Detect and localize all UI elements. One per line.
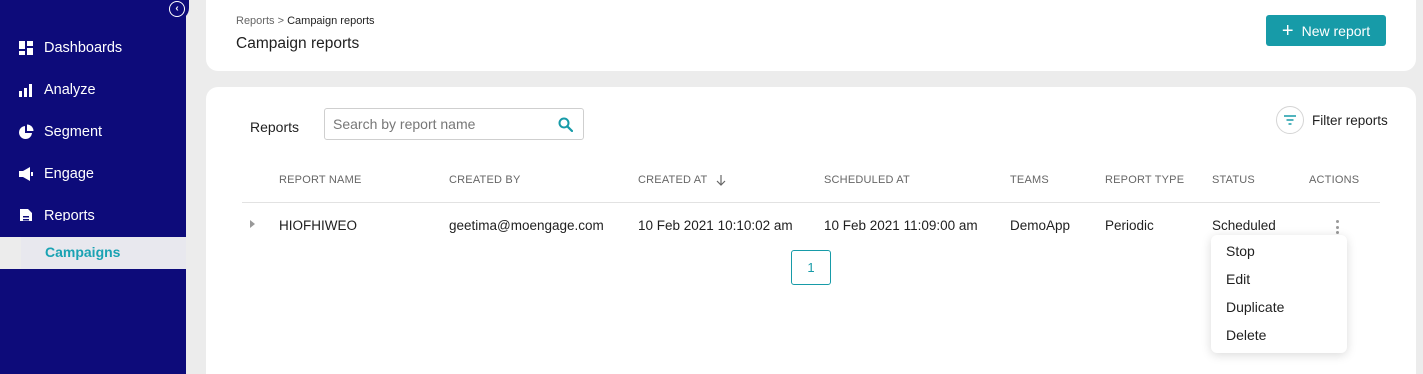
- menu-item-stop[interactable]: Stop: [1226, 243, 1255, 259]
- pagination-page-button[interactable]: 1: [791, 250, 831, 285]
- actions-dropdown-menu: Stop Edit Duplicate Delete: [1211, 235, 1347, 353]
- sidebar-subitem-campaigns[interactable]: Campaigns: [45, 244, 120, 260]
- cell-created-at: 10 Feb 2021 10:10:02 am: [638, 218, 793, 233]
- column-header-report-type: REPORT TYPE: [1105, 174, 1185, 186]
- header-card: Reports > Campaign reports Campaign repo…: [206, 0, 1416, 71]
- breadcrumb-root[interactable]: Reports: [236, 15, 275, 27]
- menu-item-edit[interactable]: Edit: [1226, 271, 1250, 287]
- pie-chart-icon: [19, 124, 34, 139]
- sidebar-curve-bottom: [0, 269, 186, 285]
- cell-status: Scheduled: [1212, 218, 1276, 233]
- column-header-teams: TEAMS: [1010, 174, 1049, 186]
- megaphone-icon: [19, 167, 33, 181]
- more-actions-icon[interactable]: [1335, 220, 1339, 234]
- reports-label: Reports: [250, 119, 300, 135]
- column-header-scheduled-at: SCHEDULED AT: [824, 174, 910, 186]
- sidebar: Dashboards Analyze Segment Engage Report…: [0, 0, 186, 374]
- cell-teams: DemoApp: [1010, 218, 1071, 233]
- new-report-button[interactable]: + New report: [1266, 15, 1386, 46]
- filter-icon: [1276, 106, 1304, 134]
- sidebar-item-dashboards[interactable]: Dashboards: [18, 36, 122, 60]
- sidebar-item-engage[interactable]: Engage: [18, 162, 94, 186]
- breadcrumb-current: Campaign reports: [287, 15, 375, 27]
- sidebar-item-analyze[interactable]: Analyze: [18, 78, 96, 102]
- cell-scheduled-at: 10 Feb 2021 11:09:00 am: [824, 218, 978, 233]
- search-box[interactable]: [324, 108, 584, 140]
- dashboard-icon: [19, 41, 33, 55]
- column-header-label: CREATED AT: [638, 174, 708, 186]
- breadcrumb-separator: >: [277, 15, 285, 27]
- menu-item-delete[interactable]: Delete: [1226, 327, 1266, 343]
- column-header-status: STATUS: [1212, 174, 1255, 186]
- table-header-divider: [242, 202, 1380, 203]
- filter-reports-button[interactable]: Filter reports: [1276, 106, 1388, 134]
- bar-chart-icon: [19, 84, 32, 97]
- new-report-label: New report: [1301, 22, 1371, 39]
- menu-item-duplicate[interactable]: Duplicate: [1226, 299, 1284, 315]
- page-title: Campaign reports: [236, 35, 360, 52]
- sidebar-item-segment[interactable]: Segment: [18, 120, 102, 144]
- sidebar-item-label: Segment: [44, 124, 103, 140]
- sidebar-item-label: Analyze: [44, 82, 96, 98]
- breadcrumb: Reports > Campaign reports: [236, 15, 375, 27]
- column-header-actions: ACTIONS: [1309, 174, 1360, 186]
- scrollbar-track[interactable]: [1416, 0, 1423, 374]
- search-input[interactable]: [333, 116, 543, 132]
- plus-icon: +: [1281, 19, 1294, 42]
- cell-report-type: Periodic: [1105, 218, 1154, 233]
- sidebar-item-label: Dashboards: [44, 40, 123, 56]
- filter-label: Filter reports: [1312, 112, 1388, 128]
- sidebar-item-label: Engage: [44, 166, 94, 182]
- expand-row-caret-icon[interactable]: [250, 220, 255, 228]
- cell-report-name[interactable]: HIOFHIWEO: [279, 218, 357, 233]
- search-icon[interactable]: [558, 117, 573, 132]
- cell-created-by: geetima@moengage.com: [449, 218, 604, 233]
- column-header-created-by: CREATED BY: [449, 174, 521, 186]
- reports-card: Reports Filter reports REPORT NAME CREAT…: [206, 87, 1416, 374]
- chevron-left-icon: ‹: [169, 1, 185, 17]
- column-header-report-name: REPORT NAME: [279, 174, 362, 186]
- column-header-created-at[interactable]: CREATED AT: [638, 174, 727, 186]
- sidebar-curve-top: [0, 221, 186, 237]
- sort-down-arrow-icon[interactable]: [715, 174, 727, 186]
